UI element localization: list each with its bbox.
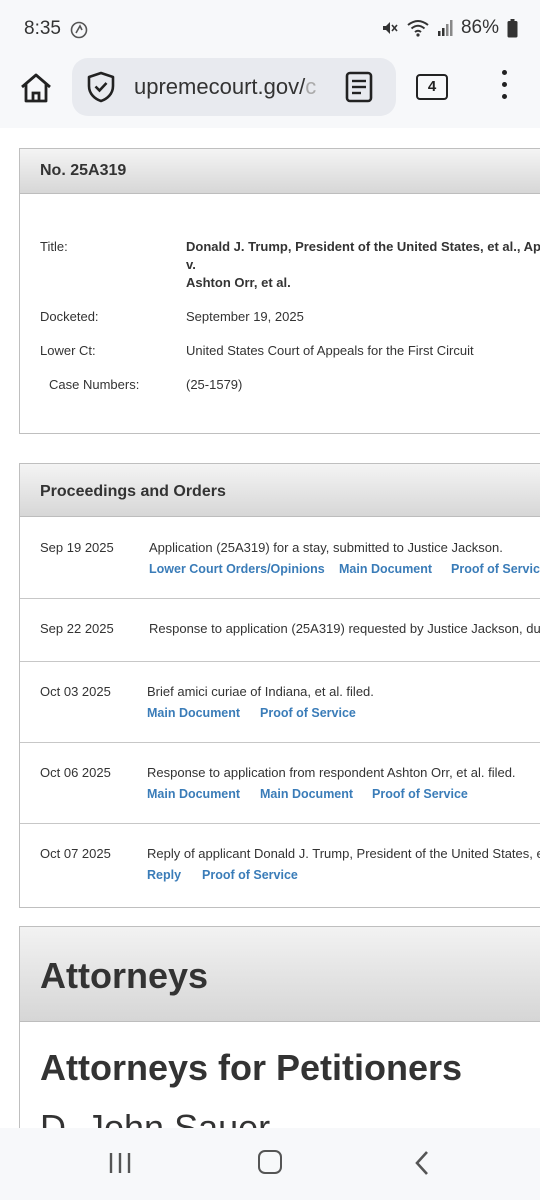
proceeding-row: Sep 19 2025 Application (25A319) for a s… <box>20 516 540 598</box>
mute-icon <box>382 22 398 34</box>
battery-icon <box>507 18 518 37</box>
proceeding-row: Sep 22 2025 Response to application (25A… <box>20 598 540 662</box>
proceedings-panel: Proceedings and Orders Sep 19 2025 Appli… <box>19 463 540 908</box>
battery-percent: 86% <box>460 17 499 38</box>
title-line-2: v. <box>186 257 196 272</box>
more-vert-icon[interactable] <box>498 70 510 104</box>
lower-ct-label: Lower Ct: <box>40 343 96 358</box>
tab-count-button[interactable]: 4 <box>416 74 448 100</box>
docketed-label: Docketed: <box>40 309 99 324</box>
proof-of-service-link[interactable]: Proof of Service <box>451 562 540 576</box>
proceeding-date: Sep 19 2025 <box>40 540 114 555</box>
proceeding-date: Oct 07 2025 <box>40 846 111 861</box>
page-content: No. 25A319 Title: Donald J. Trump, Presi… <box>0 128 540 1128</box>
wifi-icon <box>407 20 429 37</box>
proceedings-heading: Proceedings and Orders <box>40 483 226 500</box>
proof-of-service-link[interactable]: Proof of Service <box>260 706 356 720</box>
status-icons: 86% <box>381 17 518 39</box>
proceeding-text: Application (25A319) for a stay, submitt… <box>149 540 503 555</box>
main-document-link[interactable]: Main Document <box>260 787 353 801</box>
case-numbers-label: Case Numbers: <box>49 377 140 392</box>
nav-home-icon[interactable] <box>258 1150 282 1174</box>
nav-back-icon[interactable] <box>414 1150 430 1176</box>
shield-check-icon[interactable] <box>86 71 116 103</box>
proceeding-text: Response to application from respondent … <box>147 765 516 780</box>
main-document-link[interactable]: Main Document <box>147 706 240 720</box>
main-document-link[interactable]: Main Document <box>147 787 240 801</box>
status-bar: 8:35 86% <box>0 0 540 58</box>
attorneys-header: Attorneys <box>20 927 540 1022</box>
proceeding-date: Sep 22 2025 <box>40 621 114 636</box>
case-number-header: No. 25A319 <box>20 149 540 194</box>
main-document-link[interactable]: Main Document <box>339 562 432 576</box>
lower-ct-value: United States Court of Appeals for the F… <box>186 343 474 358</box>
proof-of-service-link[interactable]: Proof of Service <box>372 787 468 801</box>
browser-toolbar: upremecourt.gov/c 4 <box>0 58 540 128</box>
proceeding-row: Oct 06 2025 Response to application from… <box>20 742 540 824</box>
attorneys-panel: Attorneys Attorneys for Petitioners D. J… <box>19 926 540 1128</box>
case-info-panel: No. 25A319 Title: Donald J. Trump, Presi… <box>19 148 540 434</box>
case-number: No. 25A319 <box>40 162 127 179</box>
proof-of-service-link[interactable]: Proof of Service <box>202 868 298 882</box>
attorney-name: D. John Sauer <box>40 1107 271 1128</box>
proceeding-row: Oct 03 2025 Brief amici curiae of Indian… <box>20 661 540 743</box>
proceedings-header: Proceedings and Orders <box>20 464 540 517</box>
home-icon[interactable] <box>18 70 54 106</box>
signal-icon <box>437 20 453 36</box>
proceeding-text: Response to application (25A319) request… <box>149 621 540 636</box>
proceeding-date: Oct 06 2025 <box>40 765 111 780</box>
reader-mode-icon[interactable] <box>344 70 374 104</box>
title-line-1: Donald J. Trump, President of the United… <box>186 239 540 254</box>
system-nav-bar <box>0 1128 540 1200</box>
attorneys-heading: Attorneys <box>40 955 209 996</box>
title-label: Title: <box>40 239 68 254</box>
case-numbers-value: (25-1579) <box>186 377 243 392</box>
attorneys-for-petitioners-heading: Attorneys for Petitioners <box>40 1047 463 1088</box>
proceeding-date: Oct 03 2025 <box>40 684 111 699</box>
proceeding-text: Brief amici curiae of Indiana, et al. fi… <box>147 684 374 699</box>
proceeding-text: Reply of applicant Donald J. Trump, Pres… <box>147 846 540 861</box>
reply-link[interactable]: Reply <box>147 868 181 882</box>
title-line-3: Ashton Orr, et al. <box>186 275 291 290</box>
proceeding-row: Oct 07 2025 Reply of applicant Donald J.… <box>20 823 540 906</box>
lower-court-orders-link[interactable]: Lower Court Orders/Opinions <box>149 562 325 576</box>
url-text[interactable]: upremecourt.gov/c <box>134 74 316 100</box>
docketed-value: September 19, 2025 <box>186 309 304 324</box>
status-time: 8:35 <box>24 18 61 39</box>
sync-app-icon <box>70 21 88 39</box>
recent-apps-icon[interactable] <box>108 1152 132 1174</box>
